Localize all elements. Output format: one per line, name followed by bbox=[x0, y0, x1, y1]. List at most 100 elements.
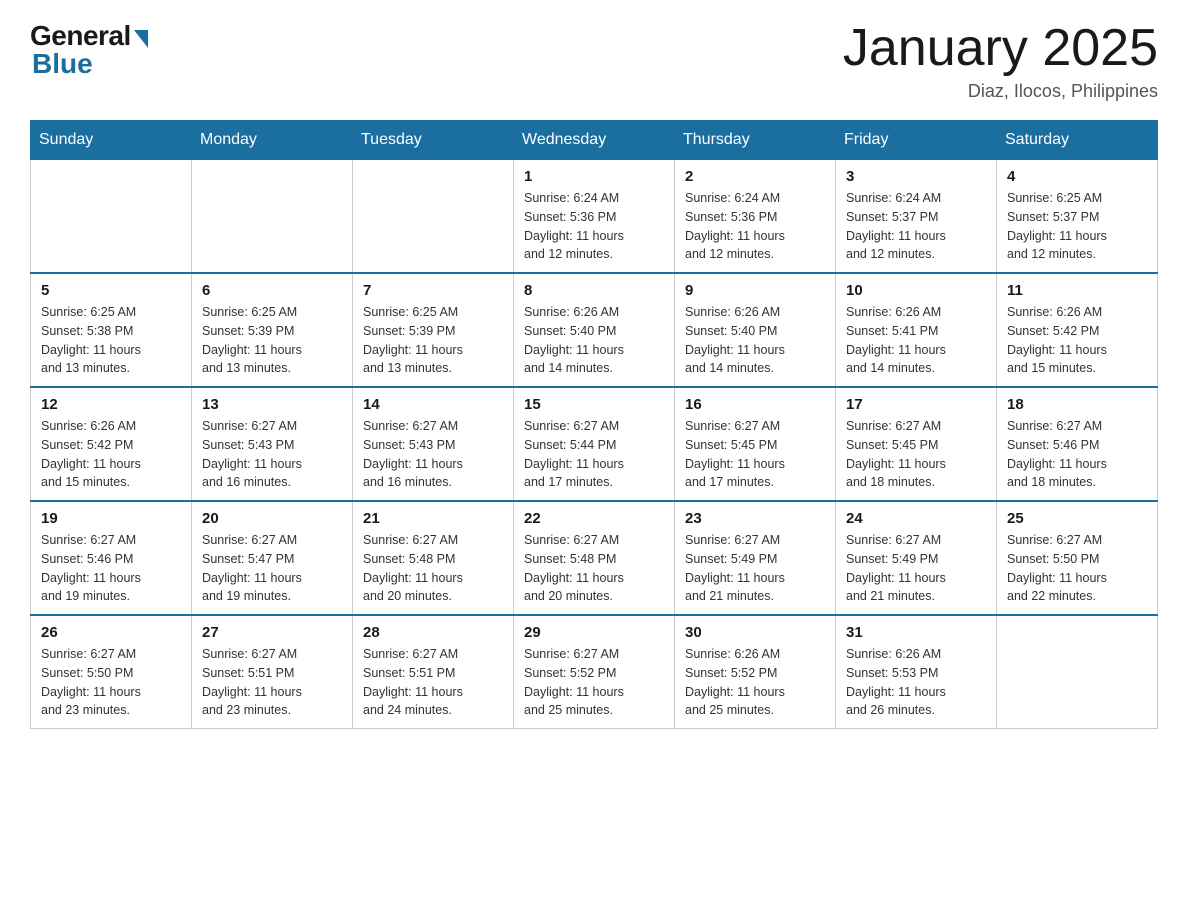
day-number: 11 bbox=[1007, 282, 1147, 299]
calendar-cell: 12 Sunrise: 6:26 AM Sunset: 5:42 PM Dayli… bbox=[31, 387, 192, 501]
day-info: Sunrise: 6:27 AM Sunset: 5:50 PM Dayligh… bbox=[41, 645, 181, 720]
calendar-cell: 13 Sunrise: 6:27 AM Sunset: 5:43 PM Dayli… bbox=[192, 387, 353, 501]
day-number: 16 bbox=[685, 396, 825, 413]
day-number: 19 bbox=[41, 510, 181, 527]
day-info: Sunrise: 6:24 AM Sunset: 5:36 PM Dayligh… bbox=[685, 189, 825, 264]
calendar-cell: 23Sunrise: 6:27 AM Sunset: 5:49 PM Dayli… bbox=[675, 501, 836, 615]
month-title: January 2025 bbox=[843, 20, 1158, 77]
day-number: 27 bbox=[202, 624, 342, 641]
day-number: 8 bbox=[524, 282, 664, 299]
title-block: January 2025 Diaz, Ilocos, Philippines bbox=[843, 20, 1158, 102]
calendar-cell: 6 Sunrise: 6:25 AM Sunset: 5:39 PM Daylig… bbox=[192, 273, 353, 387]
calendar-week-row: 26 Sunrise: 6:27 AM Sunset: 5:50 PM Dayli… bbox=[31, 615, 1158, 729]
day-number: 3 bbox=[846, 168, 986, 185]
day-info: Sunrise: 6:25 AM Sunset: 5:39 PM Dayligh… bbox=[363, 303, 503, 378]
calendar-header-monday: Monday bbox=[192, 121, 353, 160]
day-info: Sunrise: 6:26 AM Sunset: 5:52 PM Dayligh… bbox=[685, 645, 825, 720]
day-number: 29 bbox=[524, 624, 664, 641]
day-info: Sunrise: 6:27 AM Sunset: 5:49 PM Dayligh… bbox=[846, 531, 986, 606]
calendar-cell: 29 Sunrise: 6:27 AM Sunset: 5:52 PM Dayli… bbox=[514, 615, 675, 729]
day-info: Sunrise: 6:27 AM Sunset: 5:52 PM Dayligh… bbox=[524, 645, 664, 720]
day-info: Sunrise: 6:26 AM Sunset: 5:42 PM Dayligh… bbox=[41, 417, 181, 492]
day-info: Sunrise: 6:27 AM Sunset: 5:49 PM Dayligh… bbox=[685, 531, 825, 606]
calendar-cell: 4 Sunrise: 6:25 AM Sunset: 5:37 PM Daylig… bbox=[997, 160, 1158, 274]
calendar-cell: 30 Sunrise: 6:26 AM Sunset: 5:52 PM Dayli… bbox=[675, 615, 836, 729]
calendar-week-row: 1 Sunrise: 6:24 AM Sunset: 5:36 PM Daylig… bbox=[31, 160, 1158, 274]
calendar-header-tuesday: Tuesday bbox=[353, 121, 514, 160]
calendar-cell: 28 Sunrise: 6:27 AM Sunset: 5:51 PM Dayli… bbox=[353, 615, 514, 729]
calendar-cell: 9Sunrise: 6:26 AM Sunset: 5:40 PM Daylig… bbox=[675, 273, 836, 387]
day-number: 18 bbox=[1007, 396, 1147, 413]
day-number: 26 bbox=[41, 624, 181, 641]
day-info: Sunrise: 6:27 AM Sunset: 5:44 PM Dayligh… bbox=[524, 417, 664, 492]
day-info: Sunrise: 6:25 AM Sunset: 5:39 PM Dayligh… bbox=[202, 303, 342, 378]
day-info: Sunrise: 6:27 AM Sunset: 5:47 PM Dayligh… bbox=[202, 531, 342, 606]
day-info: Sunrise: 6:24 AM Sunset: 5:37 PM Dayligh… bbox=[846, 189, 986, 264]
day-info: Sunrise: 6:27 AM Sunset: 5:48 PM Dayligh… bbox=[524, 531, 664, 606]
calendar-cell: 17 Sunrise: 6:27 AM Sunset: 5:45 PM Dayli… bbox=[836, 387, 997, 501]
calendar-cell bbox=[997, 615, 1158, 729]
calendar-cell: 3 Sunrise: 6:24 AM Sunset: 5:37 PM Daylig… bbox=[836, 160, 997, 274]
day-number: 7 bbox=[363, 282, 503, 299]
day-info: Sunrise: 6:27 AM Sunset: 5:43 PM Dayligh… bbox=[202, 417, 342, 492]
calendar-cell: 18Sunrise: 6:27 AM Sunset: 5:46 PM Dayli… bbox=[997, 387, 1158, 501]
day-info: Sunrise: 6:26 AM Sunset: 5:53 PM Dayligh… bbox=[846, 645, 986, 720]
calendar-cell: 26 Sunrise: 6:27 AM Sunset: 5:50 PM Dayli… bbox=[31, 615, 192, 729]
day-info: Sunrise: 6:26 AM Sunset: 5:41 PM Dayligh… bbox=[846, 303, 986, 378]
calendar-header-row: SundayMondayTuesdayWednesdayThursdayFrid… bbox=[31, 121, 1158, 160]
day-number: 6 bbox=[202, 282, 342, 299]
logo-arrow-icon bbox=[134, 30, 148, 48]
calendar-week-row: 12 Sunrise: 6:26 AM Sunset: 5:42 PM Dayli… bbox=[31, 387, 1158, 501]
day-number: 5 bbox=[41, 282, 181, 299]
day-number: 28 bbox=[363, 624, 503, 641]
page-header: General Blue January 2025 Diaz, Ilocos, … bbox=[30, 20, 1158, 102]
day-info: Sunrise: 6:27 AM Sunset: 5:51 PM Dayligh… bbox=[363, 645, 503, 720]
day-number: 13 bbox=[202, 396, 342, 413]
calendar-cell: 14 Sunrise: 6:27 AM Sunset: 5:43 PM Dayli… bbox=[353, 387, 514, 501]
logo: General Blue bbox=[30, 20, 148, 80]
day-number: 14 bbox=[363, 396, 503, 413]
day-info: Sunrise: 6:27 AM Sunset: 5:43 PM Dayligh… bbox=[363, 417, 503, 492]
calendar-cell: 22Sunrise: 6:27 AM Sunset: 5:48 PM Dayli… bbox=[514, 501, 675, 615]
calendar-week-row: 5 Sunrise: 6:25 AM Sunset: 5:38 PM Daylig… bbox=[31, 273, 1158, 387]
calendar-cell bbox=[192, 160, 353, 274]
calendar-header-sunday: Sunday bbox=[31, 121, 192, 160]
calendar-cell: 7 Sunrise: 6:25 AM Sunset: 5:39 PM Daylig… bbox=[353, 273, 514, 387]
calendar-cell: 16 Sunrise: 6:27 AM Sunset: 5:45 PM Dayli… bbox=[675, 387, 836, 501]
day-number: 1 bbox=[524, 168, 664, 185]
calendar-header-thursday: Thursday bbox=[675, 121, 836, 160]
calendar-header-saturday: Saturday bbox=[997, 121, 1158, 160]
calendar-cell: 15 Sunrise: 6:27 AM Sunset: 5:44 PM Dayli… bbox=[514, 387, 675, 501]
day-number: 30 bbox=[685, 624, 825, 641]
calendar-week-row: 19 Sunrise: 6:27 AM Sunset: 5:46 PM Dayli… bbox=[31, 501, 1158, 615]
day-info: Sunrise: 6:27 AM Sunset: 5:50 PM Dayligh… bbox=[1007, 531, 1147, 606]
day-info: Sunrise: 6:27 AM Sunset: 5:48 PM Dayligh… bbox=[363, 531, 503, 606]
calendar-cell: 5 Sunrise: 6:25 AM Sunset: 5:38 PM Daylig… bbox=[31, 273, 192, 387]
day-info: Sunrise: 6:27 AM Sunset: 5:45 PM Dayligh… bbox=[846, 417, 986, 492]
day-number: 4 bbox=[1007, 168, 1147, 185]
day-number: 15 bbox=[524, 396, 664, 413]
day-number: 17 bbox=[846, 396, 986, 413]
day-info: Sunrise: 6:26 AM Sunset: 5:40 PM Dayligh… bbox=[524, 303, 664, 378]
logo-blue-text: Blue bbox=[32, 48, 93, 80]
calendar-cell bbox=[31, 160, 192, 274]
day-number: 12 bbox=[41, 396, 181, 413]
day-number: 25 bbox=[1007, 510, 1147, 527]
day-info: Sunrise: 6:26 AM Sunset: 5:40 PM Dayligh… bbox=[685, 303, 825, 378]
day-info: Sunrise: 6:27 AM Sunset: 5:46 PM Dayligh… bbox=[41, 531, 181, 606]
calendar-cell: 21Sunrise: 6:27 AM Sunset: 5:48 PM Dayli… bbox=[353, 501, 514, 615]
calendar-header-wednesday: Wednesday bbox=[514, 121, 675, 160]
calendar-cell: 1Sunrise: 6:24 AM Sunset: 5:36 PM Daylig… bbox=[514, 160, 675, 274]
calendar-header-friday: Friday bbox=[836, 121, 997, 160]
day-info: Sunrise: 6:25 AM Sunset: 5:37 PM Dayligh… bbox=[1007, 189, 1147, 264]
calendar-cell: 31 Sunrise: 6:26 AM Sunset: 5:53 PM Dayli… bbox=[836, 615, 997, 729]
calendar-cell bbox=[353, 160, 514, 274]
day-number: 31 bbox=[846, 624, 986, 641]
day-info: Sunrise: 6:27 AM Sunset: 5:45 PM Dayligh… bbox=[685, 417, 825, 492]
calendar-cell: 2Sunrise: 6:24 AM Sunset: 5:36 PM Daylig… bbox=[675, 160, 836, 274]
calendar-cell: 25 Sunrise: 6:27 AM Sunset: 5:50 PM Dayli… bbox=[997, 501, 1158, 615]
day-number: 20 bbox=[202, 510, 342, 527]
calendar-cell: 20 Sunrise: 6:27 AM Sunset: 5:47 PM Dayli… bbox=[192, 501, 353, 615]
calendar-cell: 11Sunrise: 6:26 AM Sunset: 5:42 PM Dayli… bbox=[997, 273, 1158, 387]
day-info: Sunrise: 6:25 AM Sunset: 5:38 PM Dayligh… bbox=[41, 303, 181, 378]
